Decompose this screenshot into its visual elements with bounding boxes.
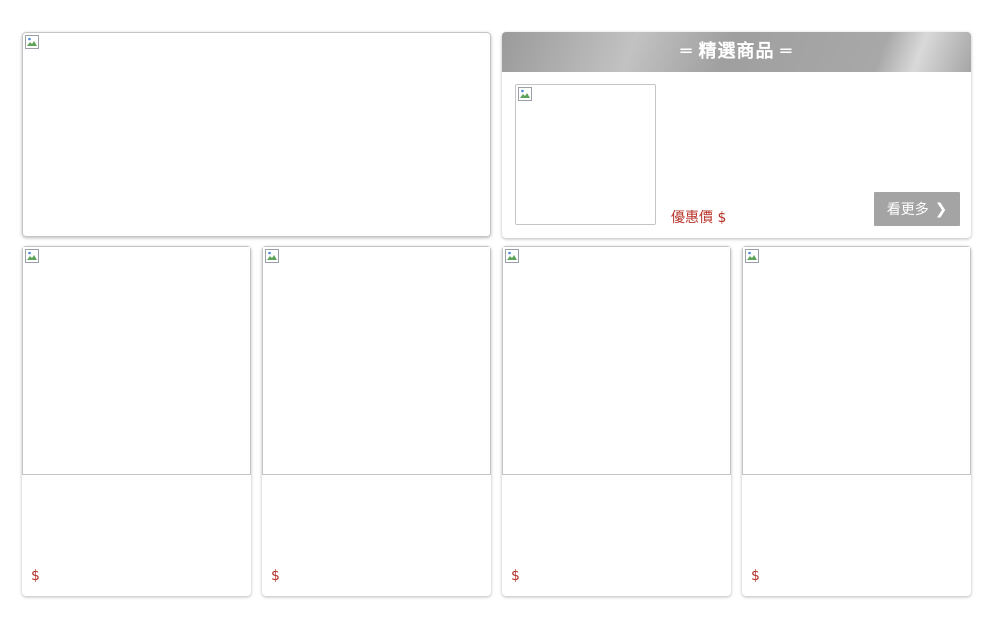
banner-image[interactable] bbox=[22, 32, 491, 237]
promo-price: 優惠價 $ bbox=[671, 210, 727, 226]
broken-image-icon bbox=[745, 249, 759, 263]
product-image[interactable] bbox=[502, 246, 731, 475]
product-price: $ bbox=[751, 568, 760, 584]
broken-image-icon bbox=[518, 87, 532, 101]
featured-product-image[interactable] bbox=[515, 84, 656, 225]
banner-card[interactable] bbox=[22, 32, 491, 237]
product-image[interactable] bbox=[742, 246, 971, 475]
see-more-label: 看更多 bbox=[886, 202, 929, 218]
page: ═ 精選商品 ═ 優惠價 $ 看更多 ❯ $ $ $ $ bbox=[0, 0, 1000, 632]
see-more-button[interactable]: 看更多 ❯ bbox=[874, 192, 960, 226]
product-card[interactable]: $ bbox=[262, 246, 491, 596]
broken-image-icon bbox=[25, 35, 39, 49]
featured-title: 精選商品 bbox=[698, 41, 775, 62]
header-dash-left: ═ bbox=[680, 41, 693, 62]
product-image[interactable] bbox=[262, 246, 491, 475]
product-card[interactable]: $ bbox=[22, 246, 251, 596]
product-image[interactable] bbox=[22, 246, 251, 475]
header-dash-right: ═ bbox=[780, 41, 793, 62]
product-card[interactable]: $ bbox=[502, 246, 731, 596]
product-price: $ bbox=[271, 568, 280, 584]
featured-products-panel: ═ 精選商品 ═ 優惠價 $ 看更多 ❯ bbox=[502, 32, 971, 238]
chevron-right-icon: ❯ bbox=[934, 200, 948, 218]
broken-image-icon bbox=[25, 249, 39, 263]
broken-image-icon bbox=[505, 249, 519, 263]
broken-image-icon bbox=[265, 249, 279, 263]
product-price: $ bbox=[31, 568, 40, 584]
product-card[interactable]: $ bbox=[742, 246, 971, 596]
product-price: $ bbox=[511, 568, 520, 584]
featured-header: ═ 精選商品 ═ bbox=[502, 32, 971, 72]
